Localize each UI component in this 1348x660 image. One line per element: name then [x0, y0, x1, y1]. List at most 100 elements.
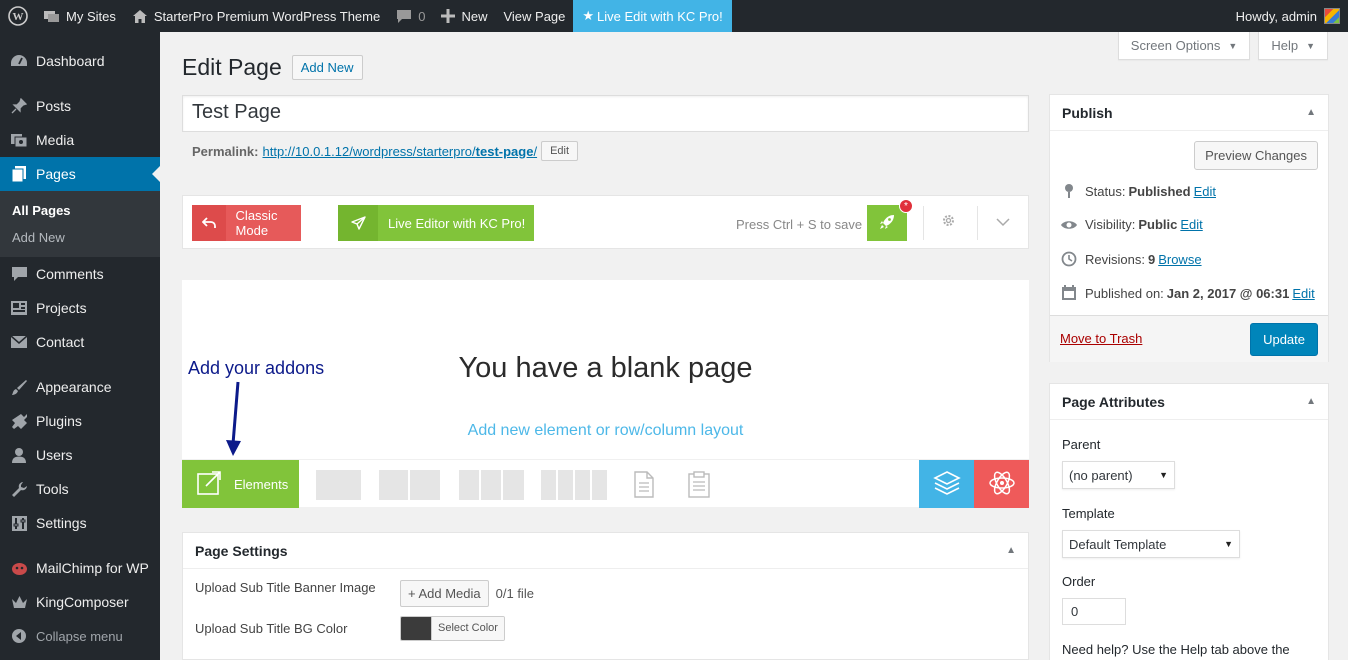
submenu-add-new[interactable]: Add New — [0, 224, 160, 251]
pages-submenu: All Pages Add New — [0, 191, 160, 257]
elements-label: Elements — [234, 476, 289, 492]
document-icon[interactable] — [633, 471, 655, 501]
visibility-edit-link[interactable]: Edit — [1180, 217, 1202, 232]
revisions-label: Revisions: — [1085, 251, 1145, 267]
chevron-down-icon[interactable] — [995, 209, 1011, 238]
sidebar-item-contact[interactable]: Contact — [0, 325, 160, 359]
sidebar-label: Projects — [36, 300, 87, 316]
permalink-link[interactable]: http://10.0.1.12/wordpress/starterpro/te… — [262, 144, 537, 159]
layout-4-columns-icon[interactable] — [541, 470, 607, 500]
add-media-button[interactable]: + Add Media — [400, 580, 489, 607]
page-attributes-header[interactable]: Page Attributes ▲ — [1050, 384, 1328, 420]
color-picker-button[interactable]: Select Color — [400, 616, 505, 641]
sidebar-item-plugins[interactable]: Plugins — [0, 404, 160, 438]
move-to-trash-link[interactable]: Move to Trash — [1060, 331, 1142, 346]
update-button[interactable]: Update — [1250, 323, 1318, 356]
permalink-base: http://10.0.1.12/wordpress/starterpro/ — [262, 143, 476, 159]
triangle-up-icon[interactable]: ▲ — [1306, 107, 1316, 118]
banner-image-label: Upload Sub Title Banner Image — [195, 580, 376, 595]
sidebar-label: Tools — [36, 481, 69, 497]
classic-mode-label: Classic Mode — [235, 208, 278, 238]
collapse-icon — [10, 627, 28, 645]
sidebar-item-pages[interactable]: Pages — [0, 157, 160, 191]
howdy-label: Howdy, admin — [1235, 8, 1317, 24]
classic-mode-button[interactable]: Classic Mode — [192, 205, 301, 241]
template-value: Default Template — [1069, 536, 1167, 552]
kc-toolbar: Classic Mode Live Editor with KC Pro! Pr… — [182, 195, 1029, 249]
live-editor-button[interactable]: Live Editor with KC Pro! — [338, 205, 534, 241]
gear-icon[interactable] — [941, 213, 956, 232]
layout-2-columns-icon[interactable] — [379, 470, 440, 500]
revisions-browse-link[interactable]: Browse — [1158, 252, 1201, 267]
page-settings-header[interactable]: Page Settings ▲ — [183, 533, 1028, 569]
sidebar-item-projects[interactable]: Projects — [0, 291, 160, 325]
wrench-icon — [10, 480, 28, 498]
live-edit-label: Live Edit with KC Pro! — [597, 8, 723, 24]
published-edit-link[interactable]: Edit — [1292, 286, 1314, 301]
my-sites-menu[interactable]: My Sites — [36, 0, 124, 32]
rocket-icon — [879, 214, 895, 233]
layout-1-column-icon[interactable] — [316, 470, 361, 500]
sidebar-item-comments[interactable]: Comments — [0, 257, 160, 291]
screen-options-button[interactable]: Screen Options ▼ — [1117, 32, 1251, 60]
admin-sidebar: Dashboard Posts Media Pages All Pages Ad… — [0, 32, 160, 660]
dashboard-icon — [10, 52, 28, 70]
live-edit-button[interactable]: ★ Live Edit with KC Pro! — [573, 0, 732, 32]
atom-icon — [988, 469, 1016, 500]
save-rocket-button[interactable]: * — [867, 199, 913, 241]
brush-icon — [10, 378, 28, 396]
add-new-page-button[interactable]: Add New — [291, 55, 363, 80]
external-box-icon — [196, 470, 222, 499]
sidebar-item-mailchimp[interactable]: MailChimp for WP — [0, 551, 160, 585]
caret-down-icon: ▼ — [1159, 470, 1168, 480]
sidebar-item-kingcomposer[interactable]: KingComposer — [0, 585, 160, 619]
sidebar-item-settings[interactable]: Settings — [0, 506, 160, 540]
view-page-label: View Page — [503, 8, 566, 24]
clipboard-icon[interactable] — [687, 471, 711, 501]
sidebar-label: Contact — [36, 334, 85, 350]
parent-label: Parent — [1062, 437, 1101, 452]
site-name-label: StarterPro Premium WordPress Theme — [153, 8, 381, 24]
template-select[interactable]: Default Template ▼ — [1062, 530, 1240, 558]
layers-button[interactable] — [919, 460, 974, 508]
view-page-link[interactable]: View Page — [495, 0, 573, 32]
help-button[interactable]: Help ▼ — [1258, 32, 1328, 60]
comments-menu[interactable]: 0 — [388, 0, 433, 32]
comments-count: 0 — [418, 8, 426, 24]
avatar — [1324, 8, 1340, 24]
new-content-menu[interactable]: New — [433, 0, 495, 32]
permalink-edit-button[interactable]: Edit — [541, 141, 579, 161]
parent-select[interactable]: (no parent) ▼ — [1062, 461, 1175, 489]
post-title-input[interactable]: Test Page — [182, 95, 1029, 132]
preview-changes-button[interactable]: Preview Changes — [1194, 141, 1318, 170]
sidebar-item-users[interactable]: Users — [0, 438, 160, 472]
site-name-menu[interactable]: StarterPro Premium WordPress Theme — [124, 0, 388, 32]
wp-logo-icon[interactable]: W — [0, 0, 36, 32]
add-element-link[interactable]: Add new element or row/column layout — [182, 422, 1029, 440]
sidebar-item-posts[interactable]: Posts — [0, 89, 160, 123]
triangle-up-icon[interactable]: ▲ — [1306, 396, 1316, 407]
sidebar-label: Appearance — [36, 379, 112, 395]
atom-button[interactable] — [974, 460, 1029, 508]
sidebar-item-media[interactable]: Media — [0, 123, 160, 157]
publish-header[interactable]: Publish ▲ — [1050, 95, 1328, 131]
account-menu[interactable]: Howdy, admin — [1236, 8, 1348, 24]
sidebar-item-appearance[interactable]: Appearance — [0, 370, 160, 404]
layout-3-columns-icon[interactable] — [459, 470, 524, 500]
sidebar-item-tools[interactable]: Tools — [0, 472, 160, 506]
my-sites-icon — [44, 9, 60, 23]
sidebar-label: Posts — [36, 98, 72, 114]
submenu-all-pages[interactable]: All Pages — [0, 197, 160, 224]
status-value: Published — [1128, 183, 1191, 199]
unsaved-badge: * — [899, 199, 913, 213]
published-on-row: Published on: Jan 2, 2017 @ 06:31 Edit — [1060, 285, 1315, 301]
sidebar-item-collapse[interactable]: Collapse menu — [0, 619, 160, 653]
order-input[interactable]: 0 — [1062, 598, 1126, 625]
triangle-up-icon[interactable]: ▲ — [1006, 545, 1016, 556]
status-edit-link[interactable]: Edit — [1194, 184, 1216, 199]
sidebar-item-dashboard[interactable]: Dashboard — [0, 44, 160, 78]
new-label: New — [461, 8, 488, 24]
published-label: Published on: — [1085, 285, 1164, 301]
portfolio-icon — [10, 299, 28, 317]
elements-button[interactable]: Elements — [182, 460, 299, 508]
